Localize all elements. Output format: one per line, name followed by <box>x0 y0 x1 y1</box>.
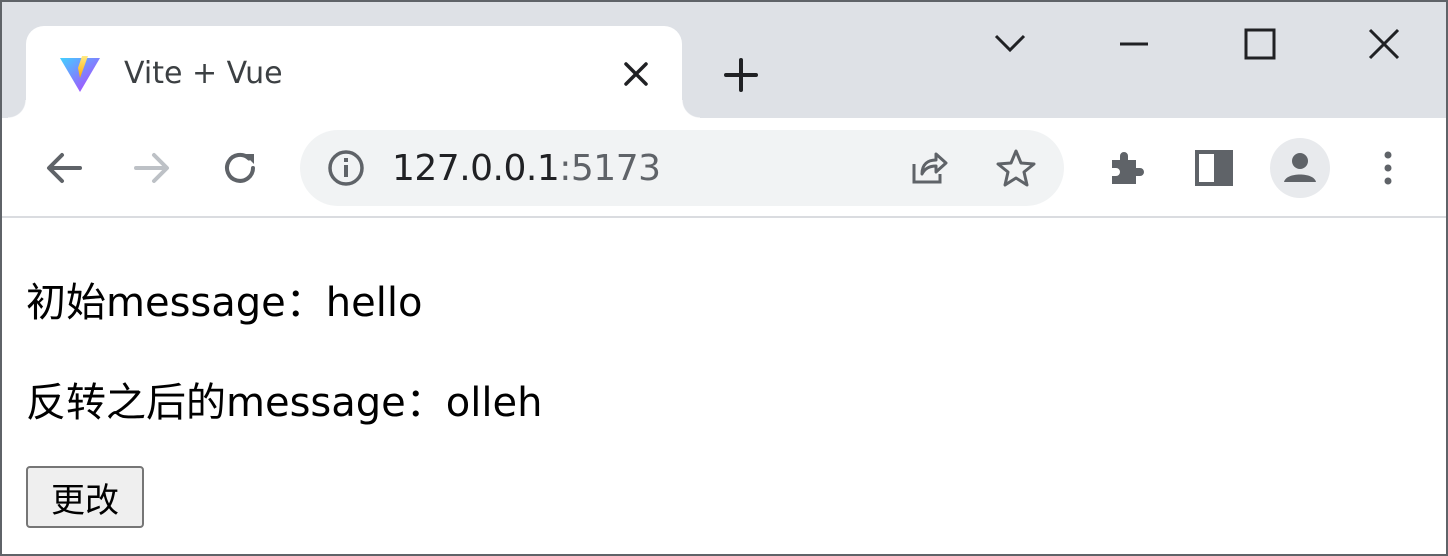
page-content: 初始message：hello 反转之后的message：olleh 更改 <box>26 218 1426 554</box>
reversed-message-line: 反转之后的message：olleh <box>26 370 542 428</box>
profile-icon <box>1284 153 1316 182</box>
reversed-message-label: 反转之后的message： <box>26 380 446 426</box>
initial-message-label: 初始message： <box>26 280 326 326</box>
maximize-icon[interactable] <box>1236 20 1284 68</box>
profile-avatar[interactable] <box>1270 138 1330 198</box>
minimize-icon[interactable] <box>1110 20 1158 68</box>
chevron-down-icon[interactable] <box>986 20 1034 68</box>
url-port: :5173 <box>559 148 661 189</box>
plus-icon[interactable] <box>718 52 764 98</box>
vite-favicon-icon <box>60 56 100 92</box>
share-icon[interactable] <box>906 146 950 190</box>
extensions-icon[interactable] <box>1104 146 1148 190</box>
browser-window: Vite + Vue 127.0.0.1:5173 初始message：hell… <box>0 0 1448 556</box>
browser-tab[interactable]: Vite + Vue <box>8 26 700 118</box>
info-icon[interactable] <box>326 148 366 188</box>
forward-arrow-icon[interactable] <box>130 146 174 190</box>
tab-strip: Vite + Vue <box>2 2 1446 118</box>
window-close-icon[interactable] <box>1360 20 1408 68</box>
menu-dots-icon[interactable] <box>1366 146 1410 190</box>
side-panel-icon[interactable] <box>1192 146 1236 190</box>
browser-toolbar: 127.0.0.1:5173 <box>2 118 1446 218</box>
initial-message-line: 初始message：hello <box>26 270 422 328</box>
url-text: 127.0.0.1:5173 <box>392 148 661 189</box>
star-icon[interactable] <box>994 146 1038 190</box>
reload-icon[interactable] <box>218 146 262 190</box>
initial-message-value: hello <box>325 280 423 326</box>
back-arrow-icon[interactable] <box>42 146 86 190</box>
address-bar[interactable]: 127.0.0.1:5173 <box>300 130 1064 206</box>
reversed-message-value: olleh <box>445 380 543 426</box>
close-icon[interactable] <box>618 56 654 92</box>
tab-title: Vite + Vue <box>124 56 283 91</box>
url-host: 127.0.0.1 <box>392 148 560 189</box>
change-button[interactable]: 更改 <box>26 466 144 528</box>
